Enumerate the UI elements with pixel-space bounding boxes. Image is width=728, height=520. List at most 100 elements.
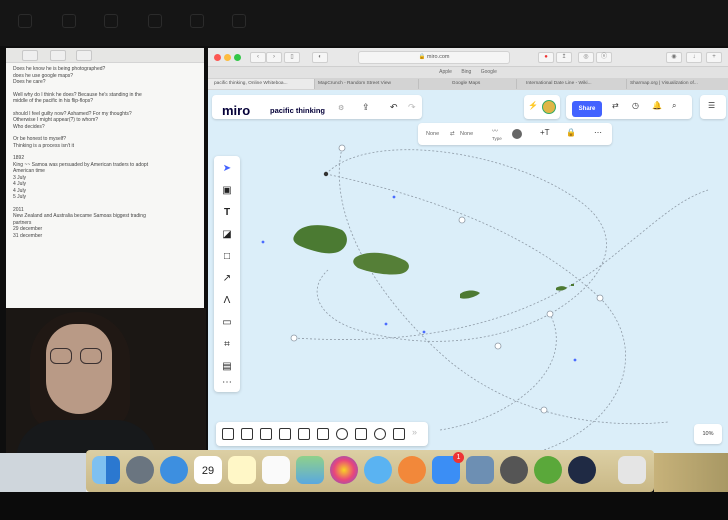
connector-icon[interactable]: Λ	[219, 294, 235, 308]
reminders-icon[interactable]	[262, 456, 290, 484]
miro-logo[interactable]: miro	[222, 103, 250, 118]
tab-google-maps[interactable]: Google Maps	[416, 79, 517, 89]
comment-icon[interactable]: ▭	[219, 316, 235, 330]
new-tab-icon[interactable]: +	[706, 52, 722, 63]
end-cap-label[interactable]: None	[460, 131, 473, 137]
bookmark-link[interactable]: Bing	[461, 69, 471, 75]
video-icon[interactable]	[355, 428, 367, 440]
preview-icon[interactable]	[466, 456, 494, 484]
board-name[interactable]: pacific thinking	[270, 106, 325, 115]
system-preferences-icon[interactable]	[500, 456, 528, 484]
extension-icon[interactable]: ◉	[666, 52, 682, 63]
pen-icon[interactable]: ↗	[219, 272, 235, 286]
upload-icon[interactable]: ⇪	[362, 102, 370, 113]
photos-icon[interactable]	[330, 456, 358, 484]
toolbar-icon[interactable]	[18, 14, 32, 28]
notes-compose-button[interactable]	[76, 50, 92, 61]
bookmark-link[interactable]: Apple	[439, 69, 452, 75]
presentation-icon[interactable]	[393, 428, 405, 440]
toolbar-icon[interactable]	[62, 14, 76, 28]
lock-icon[interactable]: 🔒	[566, 128, 576, 137]
expand-icon[interactable]: »	[412, 427, 417, 437]
notes-body[interactable]: Does he know he is being photographed? do…	[13, 66, 199, 239]
sticky-note-icon[interactable]: ◪	[219, 228, 235, 242]
collaboration-icon[interactable]: ⇄	[612, 101, 619, 110]
notes-line: 31 december	[13, 232, 43, 239]
share-button[interactable]: Share	[572, 101, 602, 117]
crop-icon[interactable]: ⌗	[219, 338, 235, 352]
notes-list-button[interactable]	[22, 50, 38, 61]
shape-icon[interactable]: □	[219, 250, 235, 264]
line-type-label[interactable]: Type	[492, 136, 502, 141]
share-page-icon[interactable]: ↥	[556, 52, 572, 63]
cards-icon[interactable]	[241, 428, 253, 440]
undo-icon[interactable]: ↶	[390, 102, 398, 113]
screen-icon[interactable]	[279, 428, 291, 440]
settings-icon[interactable]: ⚙	[338, 104, 344, 112]
board-info-panel: miro pacific thinking ⚙ ⇪ ↶ ↷	[212, 95, 422, 119]
back-icon[interactable]: ‹	[250, 52, 266, 63]
menu-icon[interactable]: ☰	[708, 101, 715, 110]
more-icon[interactable]: ⋯	[219, 376, 235, 390]
color-picker[interactable]	[512, 129, 522, 139]
redo-icon[interactable]: ↷	[408, 102, 416, 113]
comment-icon[interactable]	[260, 428, 272, 440]
downloads-icon[interactable]: ↓	[686, 52, 702, 63]
add-text-icon[interactable]: +T	[540, 128, 550, 137]
timer-icon[interactable]: ◷	[632, 101, 639, 110]
text-icon[interactable]: T	[219, 206, 235, 220]
quicktime-icon[interactable]	[568, 456, 596, 484]
upload-icon[interactable]	[317, 428, 329, 440]
calendar-icon[interactable]: 29	[194, 456, 222, 484]
template-icon[interactable]: ▤	[219, 360, 235, 374]
safari-icon[interactable]	[160, 456, 188, 484]
swap-icon[interactable]: ⇄	[450, 131, 455, 137]
books-icon[interactable]	[398, 456, 426, 484]
more-icon[interactable]: ⋯	[594, 128, 602, 137]
app-store-icon[interactable]: 1	[432, 452, 464, 484]
toolbar-icon[interactable]	[190, 14, 204, 28]
address-bar[interactable]: 🔒 miro.com	[358, 51, 510, 64]
finder-icon[interactable]	[92, 456, 120, 484]
toolbar-icon[interactable]	[232, 14, 246, 28]
start-cap-label[interactable]: None	[426, 131, 439, 137]
minimize-window-button[interactable]	[224, 54, 231, 61]
zoom-level[interactable]: 10%	[694, 424, 722, 444]
search-icon[interactable]: ⌕	[672, 101, 676, 111]
glasses-left	[50, 348, 72, 364]
tab-mapcrunch[interactable]: MapCrunch - Random Street View	[312, 79, 419, 89]
privacy-icon[interactable]: ◐	[312, 52, 328, 63]
extension-icon[interactable]: ●	[538, 52, 554, 63]
utorrent-icon[interactable]	[534, 456, 562, 484]
sidebar-icon[interactable]: ▯	[284, 52, 300, 63]
maps-icon[interactable]	[296, 456, 324, 484]
tab-date-line[interactable]: International Date Line - Wiki...	[520, 79, 627, 89]
launchpad-icon[interactable]	[126, 456, 154, 484]
forward-icon[interactable]: ›	[266, 52, 282, 63]
apps-icon[interactable]	[298, 428, 310, 440]
messages-icon[interactable]	[364, 456, 392, 484]
cursor-icon[interactable]: ➤	[219, 162, 235, 176]
like-icon[interactable]	[336, 428, 348, 440]
frame-icon[interactable]: ▣	[219, 184, 235, 198]
desktop-left	[0, 453, 86, 493]
notes-icon[interactable]	[228, 456, 256, 484]
tab-sharmap[interactable]: Sharmap.org | Visualization of...	[624, 79, 728, 89]
maximize-window-button[interactable]	[234, 54, 241, 61]
toolbar-icon[interactable]	[148, 14, 162, 28]
trash-icon[interactable]	[618, 456, 646, 484]
notifications-icon[interactable]: 🔔	[652, 101, 662, 110]
close-window-button[interactable]	[214, 54, 221, 61]
extension-icon[interactable]: ◎	[578, 52, 594, 63]
bookmark-link[interactable]: Google	[481, 69, 497, 75]
tab-miro[interactable]: pacific thinking, Online Whiteboa...	[208, 79, 315, 89]
miro-canvas[interactable]	[208, 90, 728, 462]
line-type-icon[interactable]: 〰	[492, 126, 498, 135]
reactions-icon[interactable]: ⚡	[528, 101, 538, 110]
grid-icon[interactable]	[222, 428, 234, 440]
timer-icon[interactable]	[374, 428, 386, 440]
extension-icon[interactable]: ⓝ	[596, 52, 612, 63]
avatar[interactable]	[542, 100, 556, 114]
notes-delete-button[interactable]	[50, 50, 66, 61]
toolbar-icon[interactable]	[104, 14, 118, 28]
